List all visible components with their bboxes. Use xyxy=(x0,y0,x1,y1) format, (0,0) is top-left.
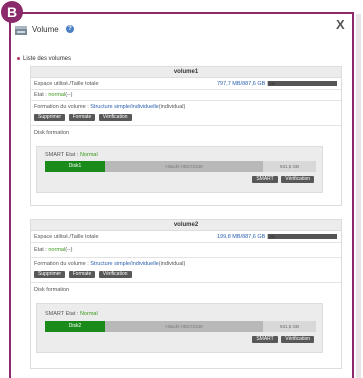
disk-name: Disk1 xyxy=(45,161,105,172)
smart-button[interactable]: SMART xyxy=(252,176,278,183)
disk-model: Hitachi HDS72100 xyxy=(165,164,203,169)
disk-formation-label: Disk formation xyxy=(34,130,70,136)
disk-size: 931,5 GB xyxy=(263,321,316,332)
capacity-label: Espace utilisé./Taille totale xyxy=(34,81,99,87)
capacity-value: 797,7 MB/887,6 GB xyxy=(217,81,266,87)
capacity-bar: 1% xyxy=(267,234,337,239)
volume-name: volume2 xyxy=(31,220,341,231)
formation-label: Formation du volume : xyxy=(34,261,89,267)
volume-name: volume1 xyxy=(31,67,341,78)
delete-button[interactable]: Supprimer xyxy=(34,271,66,278)
smart-value: Normal xyxy=(79,152,98,158)
help-icon[interactable]: ? xyxy=(66,25,74,33)
state-label: Etat : xyxy=(34,247,47,253)
formation-label: Formation du volume : xyxy=(34,104,89,110)
volume-card-2: volume2 Espace utilisé./Taille totale 19… xyxy=(30,219,342,369)
disk-bar[interactable]: Disk1 Hitachi HDS72100 931,5 GB xyxy=(45,161,316,172)
disk-name: Disk2 xyxy=(45,321,105,332)
capacity-value: 199,8 MB/887,6 GB xyxy=(217,234,266,240)
smart-label: SMART Etat : xyxy=(45,311,79,317)
verify-button[interactable]: Vérification xyxy=(98,114,132,121)
state-suffix: (--) xyxy=(65,247,73,253)
disk-size: 931,5 GB xyxy=(263,161,316,172)
disk-formation-row: Disk formation SMART Etat : Normal Disk1… xyxy=(31,126,341,207)
dialog-title: Volume xyxy=(32,25,59,34)
verify-button[interactable]: Vérification xyxy=(98,271,132,278)
disk-panel: SMART Etat : Normal Disk2 Hitachi HDS721… xyxy=(36,303,323,353)
formation-suffix: (individual) xyxy=(158,261,186,267)
disk-formation-row: Disk formation SMART Etat : Normal Disk2… xyxy=(31,283,341,371)
capacity-row: Espace utilisé./Taille totale 199,8 MB/8… xyxy=(31,231,341,243)
capacity-percent: 1% xyxy=(269,81,275,86)
state-suffix: (--) xyxy=(65,92,73,98)
state-value: normal xyxy=(48,92,66,98)
disk-verify-button[interactable]: Vérification xyxy=(281,336,314,343)
capacity-bar: 1% xyxy=(267,81,337,86)
scrollbar[interactable] xyxy=(356,14,361,378)
step-badge: B xyxy=(1,1,23,23)
formation-suffix: (individual) xyxy=(158,104,186,110)
format-button[interactable]: Formate xyxy=(68,114,96,121)
disk-panel: SMART Etat : Normal Disk1 Hitachi HDS721… xyxy=(36,146,323,193)
disk-formation-label: Disk formation xyxy=(34,287,70,293)
bullet-icon xyxy=(17,56,20,60)
close-icon[interactable]: X xyxy=(336,17,345,32)
format-button[interactable]: Formate xyxy=(68,271,96,278)
state-label: Etat : xyxy=(34,92,47,98)
disk-verify-button[interactable]: Vérification xyxy=(281,176,314,183)
capacity-bar-fill xyxy=(267,81,268,86)
smart-button[interactable]: SMART xyxy=(252,336,278,343)
state-row: Etat : normal(--) xyxy=(31,90,341,101)
dialog-header: Volume ? xyxy=(14,24,344,40)
state-value: normal xyxy=(48,247,66,253)
smart-value: Normal xyxy=(79,311,98,317)
disk-bar[interactable]: Disk2 Hitachi HDS72100 931,5 GB xyxy=(45,321,316,332)
capacity-label: Espace utilisé./Taille totale xyxy=(34,234,99,240)
capacity-row: Espace utilisé./Taille totale 797,7 MB/8… xyxy=(31,78,341,90)
formation-link[interactable]: Structure simple/individuelle xyxy=(90,104,158,110)
disk-model: Hitachi HDS72100 xyxy=(165,324,203,329)
formation-link[interactable]: Structure simple/individuelle xyxy=(90,261,158,267)
volume-icon xyxy=(15,26,27,35)
delete-button[interactable]: Supprimer xyxy=(34,114,66,121)
capacity-bar-fill xyxy=(267,234,268,239)
volume-list-title: Liste des volumes xyxy=(17,56,71,62)
capacity-percent: 1% xyxy=(269,234,275,239)
formation-row: Formation du volume : Structure simple/i… xyxy=(31,258,341,283)
state-row: Etat : normal(--) xyxy=(31,243,341,258)
volume-card-1: volume1 Espace utilisé./Taille totale 79… xyxy=(30,66,342,206)
formation-row: Formation du volume : Structure simple/i… xyxy=(31,101,341,126)
smart-label: SMART Etat : xyxy=(45,152,79,158)
